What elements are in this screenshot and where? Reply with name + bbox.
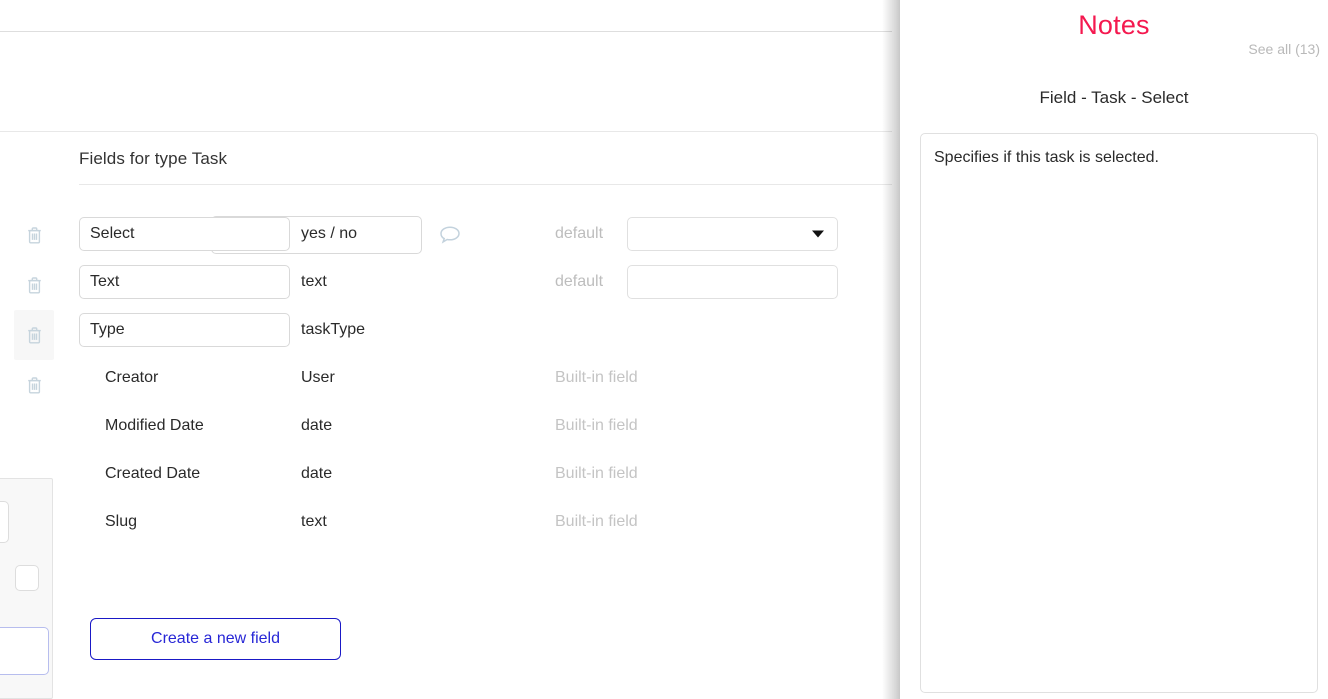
trash-icon xyxy=(26,226,43,245)
trash-icon xyxy=(26,326,43,345)
field-type-label-type: taskType xyxy=(301,321,555,339)
field-type-label-select: yes / no xyxy=(301,225,555,243)
default-label-select: default xyxy=(555,225,627,243)
field-type-label-creator: User xyxy=(301,369,555,387)
field-name-input-type[interactable] xyxy=(79,313,290,347)
left-panel-box-3[interactable] xyxy=(0,627,49,675)
create-new-field-button[interactable]: Create a new field xyxy=(90,618,341,660)
field-name-input-select[interactable] xyxy=(79,217,290,251)
field-type-label-created-date: date xyxy=(301,465,555,483)
field-name-cell xyxy=(79,313,301,347)
field-name-label-created-date: Created Date xyxy=(79,465,301,483)
default-select-wrapper xyxy=(627,217,838,251)
default-value-input-text[interactable] xyxy=(627,265,838,299)
builtin-badge-modified-date: Built-in field xyxy=(555,417,638,435)
default-value-select-select[interactable] xyxy=(627,217,838,251)
left-overflow-panel xyxy=(0,478,53,699)
field-row-slug: Slug text Built-in field xyxy=(79,498,892,546)
default-input-wrapper xyxy=(627,265,838,299)
field-type-label-modified-date: date xyxy=(301,417,555,435)
builtin-badge-slug: Built-in field xyxy=(555,513,638,531)
trash-icon xyxy=(26,276,43,295)
field-row-text: text default xyxy=(79,258,892,306)
field-name-cell xyxy=(79,217,301,251)
see-all-notes-link[interactable]: See all (13) xyxy=(1248,41,1320,57)
panel-top-divider xyxy=(0,131,892,132)
notes-panel-shadow xyxy=(882,0,900,699)
field-name-cell xyxy=(79,265,301,299)
top-divider xyxy=(0,31,892,32)
fields-row-list: yes / no default text default taskType xyxy=(79,210,892,546)
notes-title: Notes xyxy=(900,10,1328,41)
field-name-label-slug: Slug xyxy=(79,513,301,531)
notes-panel: Notes See all (13) Field - Task - Select… xyxy=(900,0,1328,699)
delete-field-button-select[interactable] xyxy=(14,260,54,310)
left-panel-box-2[interactable] xyxy=(15,565,39,591)
delete-field-button-text[interactable] xyxy=(14,310,54,360)
field-row-modified-date: Modified Date date Built-in field xyxy=(79,402,892,450)
field-type-label-slug: text xyxy=(301,513,555,531)
app-root: Fields for type Task xyxy=(0,0,1328,699)
field-name-label-modified-date: Modified Date xyxy=(79,417,301,435)
field-row-select: yes / no default xyxy=(79,210,892,258)
builtin-badge-created-date: Built-in field xyxy=(555,465,638,483)
field-type-label-text: text xyxy=(301,273,555,291)
field-name-label-creator: Creator xyxy=(79,369,301,387)
fields-section-header: Fields for type Task xyxy=(79,149,227,169)
note-body-textarea[interactable]: Specifies if this task is selected. xyxy=(920,133,1318,693)
field-row-type: taskType xyxy=(79,306,892,354)
default-label-text: default xyxy=(555,273,627,291)
field-name-input-text[interactable] xyxy=(79,265,290,299)
trash-icon xyxy=(26,376,43,395)
section-header-divider xyxy=(79,184,892,185)
note-subject-title: Field - Task - Select xyxy=(900,88,1328,108)
chevron-down-icon xyxy=(812,231,824,238)
left-panel-box-1[interactable] xyxy=(0,501,9,543)
delete-icon-column xyxy=(14,210,66,410)
field-row-created-date: Created Date date Built-in field xyxy=(79,450,892,498)
field-row-creator: Creator User Built-in field xyxy=(79,354,892,402)
delete-field-button-typename[interactable] xyxy=(14,210,54,260)
delete-field-button-type[interactable] xyxy=(14,360,54,410)
builtin-badge-creator: Built-in field xyxy=(555,369,638,387)
